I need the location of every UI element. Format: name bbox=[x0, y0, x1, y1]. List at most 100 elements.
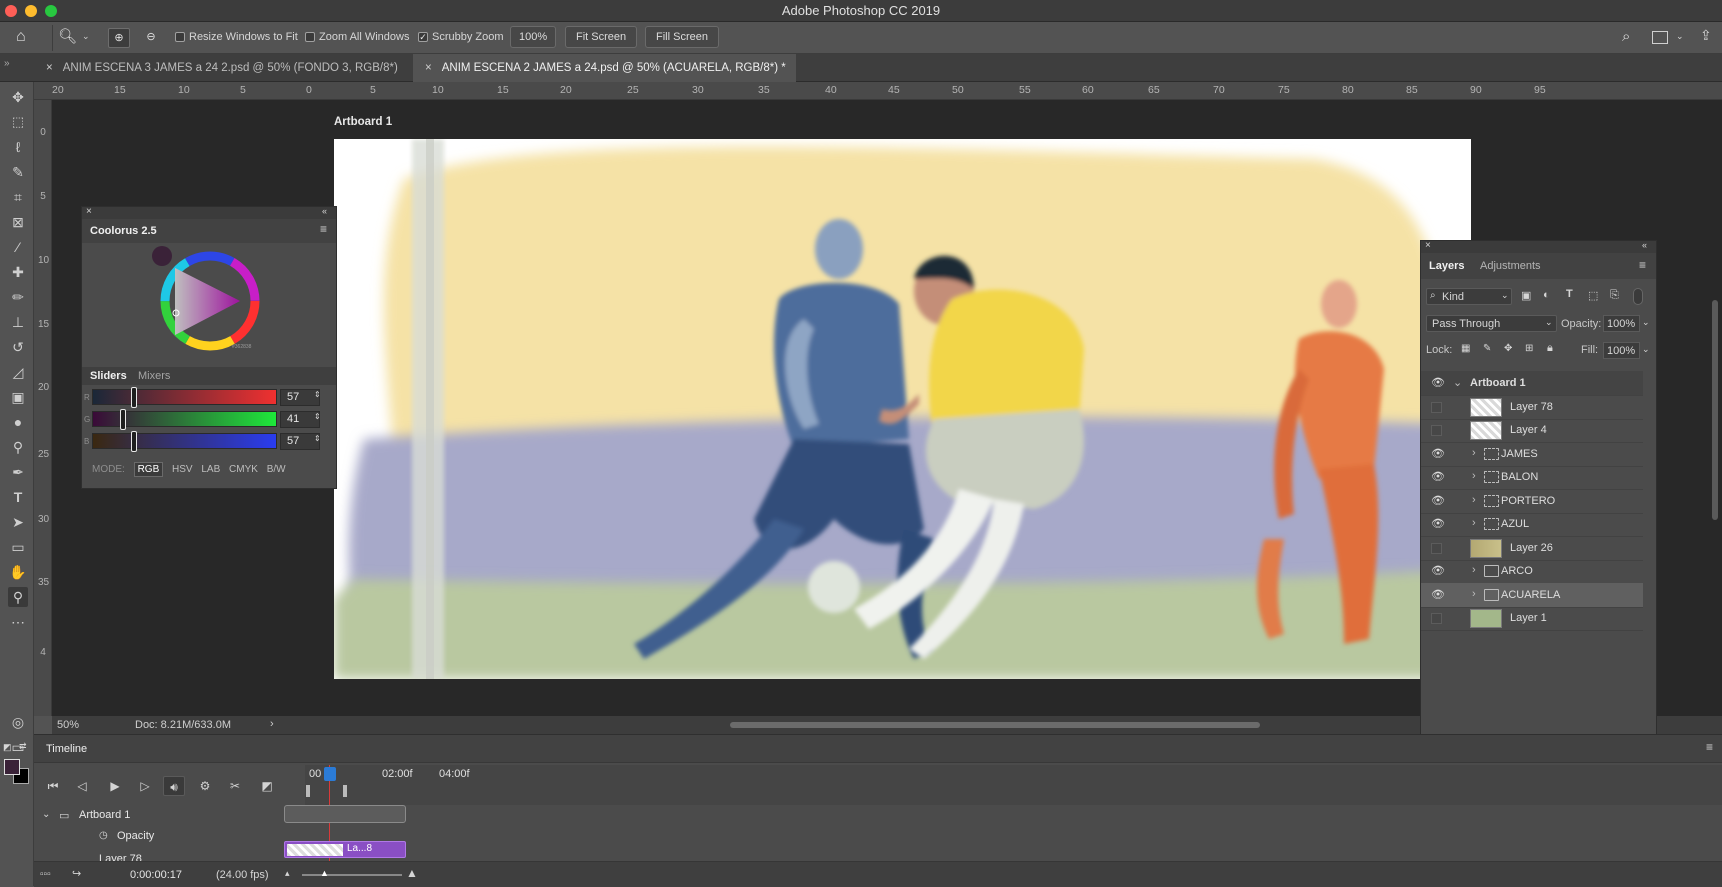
workspace-icon[interactable] bbox=[1652, 31, 1668, 44]
track-opacity[interactable]: ◷ Opacity bbox=[34, 827, 304, 847]
visibility-toggle[interactable] bbox=[1431, 425, 1442, 436]
eye-icon[interactable]: 👁︎ bbox=[1431, 377, 1445, 389]
marquee-tool-icon[interactable]: ⬚ bbox=[8, 112, 28, 132]
adjustment-filter-icon[interactable]: ◐ bbox=[1543, 289, 1550, 301]
chevron-right-icon[interactable]: › bbox=[270, 718, 274, 730]
eye-icon[interactable]: 👁︎ bbox=[1431, 589, 1445, 601]
layer-row[interactable]: 👁︎ › ARCO bbox=[1421, 559, 1643, 584]
tab-layers[interactable]: Layers bbox=[1429, 260, 1464, 272]
history-brush-tool-icon[interactable]: ↺ bbox=[8, 337, 28, 357]
hand-tool-icon[interactable]: ✋ bbox=[8, 562, 28, 582]
slider-r[interactable] bbox=[92, 387, 277, 408]
zoom-slider-thumb[interactable]: ▲ bbox=[320, 868, 329, 878]
time-ruler[interactable]: 00 02:00f 04:00f bbox=[305, 765, 1722, 805]
convert-icon[interactable]: ↪ bbox=[72, 867, 81, 880]
stepper-icon[interactable]: ⇕ bbox=[314, 434, 321, 443]
layer-row[interactable]: 👁︎ › AZUL bbox=[1421, 512, 1643, 537]
panel-title[interactable]: Coolorus 2.5 bbox=[90, 225, 157, 237]
eye-icon[interactable]: 👁︎ bbox=[1431, 565, 1445, 577]
stopwatch-icon[interactable]: ◷ bbox=[99, 830, 108, 841]
scrubby-zoom-checkbox[interactable]: ✓ Scrubby Zoom bbox=[418, 31, 504, 43]
zoom-out-button[interactable]: ⊖ bbox=[140, 28, 162, 48]
artboard-label[interactable]: Artboard 1 bbox=[334, 116, 392, 128]
play-button[interactable]: ▶ bbox=[104, 776, 126, 796]
chevron-down-icon[interactable]: ⌄ bbox=[1642, 344, 1650, 355]
frame-tool-icon[interactable]: ⊠ bbox=[8, 212, 28, 232]
layer-row[interactable]: Layer 78 bbox=[1421, 395, 1643, 420]
zoom-slider[interactable] bbox=[302, 874, 402, 876]
layer-row[interactable]: 👁︎ › ACUARELA bbox=[1421, 582, 1643, 608]
eye-icon[interactable]: 👁︎ bbox=[1431, 471, 1445, 483]
eye-icon[interactable]: 👁︎ bbox=[1431, 448, 1445, 460]
more-tools-icon[interactable]: ⋯ bbox=[8, 612, 28, 632]
visibility-toggle[interactable] bbox=[1431, 613, 1442, 624]
chevron-right-icon[interactable]: › bbox=[1472, 470, 1476, 482]
mode-rgb[interactable]: RGB bbox=[133, 462, 164, 477]
lock-all-icon[interactable]: 🔒︎ bbox=[1547, 342, 1553, 355]
quick-selection-tool-icon[interactable]: ✎ bbox=[8, 162, 28, 182]
audio-toggle-button[interactable]: 🔊︎ bbox=[163, 776, 185, 796]
dodge-tool-icon[interactable]: ⚲ bbox=[8, 437, 28, 457]
path-selection-tool-icon[interactable]: ➤ bbox=[8, 512, 28, 532]
chevron-down-icon[interactable]: ⌄ bbox=[82, 31, 90, 42]
mode-cmyk[interactable]: CMYK bbox=[229, 464, 258, 475]
collapse-icon[interactable]: « bbox=[322, 206, 327, 216]
search-icon[interactable]: ⌕ bbox=[1622, 28, 1630, 45]
previous-frame-button[interactable]: ◁ bbox=[71, 776, 93, 796]
next-frame-button[interactable]: ▷ bbox=[134, 776, 156, 796]
home-icon[interactable]: ⌂ bbox=[16, 28, 26, 46]
artwork[interactable] bbox=[334, 139, 1471, 679]
lasso-tool-icon[interactable]: ℓ bbox=[8, 137, 28, 157]
mode-lab[interactable]: LAB bbox=[201, 464, 220, 475]
work-area-end[interactable] bbox=[343, 785, 347, 797]
lock-pixels-icon[interactable]: ✎ bbox=[1483, 343, 1491, 354]
layer-row[interactable]: 👁︎ › JAMES bbox=[1421, 442, 1643, 467]
type-filter-icon[interactable]: T bbox=[1566, 288, 1573, 300]
fit-screen-button[interactable]: Fit Screen bbox=[565, 26, 638, 48]
layer-78-clip[interactable]: La...8 bbox=[284, 841, 406, 858]
foreground-color-swatch[interactable] bbox=[4, 759, 20, 775]
tab-anim-escena-2[interactable]: × ANIM ESCENA 2 JAMES a 24.psd @ 50% (ACU… bbox=[413, 54, 796, 82]
brush-tool-icon[interactable]: ✏ bbox=[8, 287, 28, 307]
zoom-value-field[interactable]: 100% bbox=[510, 26, 557, 48]
track-layer-78[interactable]: Layer 78 bbox=[34, 847, 304, 861]
playhead-handle[interactable] bbox=[324, 767, 336, 781]
type-tool-icon[interactable]: T bbox=[8, 487, 28, 507]
chevron-right-icon[interactable]: › bbox=[1472, 564, 1476, 576]
layer-row[interactable]: Layer 26 bbox=[1421, 536, 1643, 561]
blend-mode-select[interactable]: Pass Through ⌄ bbox=[1426, 315, 1557, 332]
zoom-in-button[interactable]: ⊕ bbox=[108, 28, 130, 48]
collapse-panels-icon[interactable]: » bbox=[4, 58, 10, 69]
chevron-right-icon[interactable]: › bbox=[1472, 588, 1476, 600]
minimize-window-button[interactable] bbox=[25, 5, 37, 17]
chevron-down-icon[interactable]: ⌄ bbox=[1676, 31, 1684, 42]
filter-toggle[interactable] bbox=[1633, 288, 1643, 305]
work-area-start[interactable] bbox=[306, 785, 310, 797]
stepper-icon[interactable]: ⇕ bbox=[314, 390, 321, 399]
lock-transparency-icon[interactable]: ▦ bbox=[1461, 343, 1470, 354]
move-tool-icon[interactable]: ✥ bbox=[8, 87, 28, 107]
close-icon[interactable]: × bbox=[46, 62, 53, 74]
filter-kind-select[interactable]: ⌕ Kind ⌄ bbox=[1426, 288, 1512, 305]
current-time[interactable]: 0:00:00:17 bbox=[130, 869, 182, 881]
slider-thumb[interactable] bbox=[130, 387, 137, 408]
layer-row[interactable]: 👁︎ › PORTERO bbox=[1421, 489, 1643, 514]
track-artboard-1[interactable]: ⌄ ▭ Artboard 1 bbox=[34, 805, 304, 827]
pixel-filter-icon[interactable]: ▣ bbox=[1521, 289, 1531, 302]
slider-g[interactable] bbox=[92, 409, 277, 430]
split-clip-icon[interactable]: ✂ bbox=[224, 776, 246, 796]
layer-row[interactable]: 👁︎ ⌄ Artboard 1 bbox=[1421, 371, 1643, 396]
tab-adjustments[interactable]: Adjustments bbox=[1480, 260, 1541, 272]
layer-row[interactable]: 👁︎ › BALON bbox=[1421, 465, 1643, 490]
close-icon[interactable]: × bbox=[1425, 240, 1431, 251]
close-icon[interactable]: × bbox=[86, 206, 92, 217]
chevron-right-icon[interactable]: › bbox=[1472, 447, 1476, 459]
screen-mode-icon[interactable]: ▭ bbox=[8, 737, 28, 757]
first-frame-button[interactable]: ⏮ bbox=[42, 776, 64, 796]
panel-menu-icon[interactable]: ≡ bbox=[1706, 740, 1713, 754]
zoom-all-checkbox[interactable]: Zoom All Windows bbox=[305, 31, 409, 43]
eye-icon[interactable]: 👁︎ bbox=[1431, 518, 1445, 530]
fill-screen-button[interactable]: Fill Screen bbox=[645, 26, 719, 48]
lock-artboard-icon[interactable]: ⊞ bbox=[1525, 343, 1533, 354]
zoom-window-button[interactable] bbox=[45, 5, 57, 17]
